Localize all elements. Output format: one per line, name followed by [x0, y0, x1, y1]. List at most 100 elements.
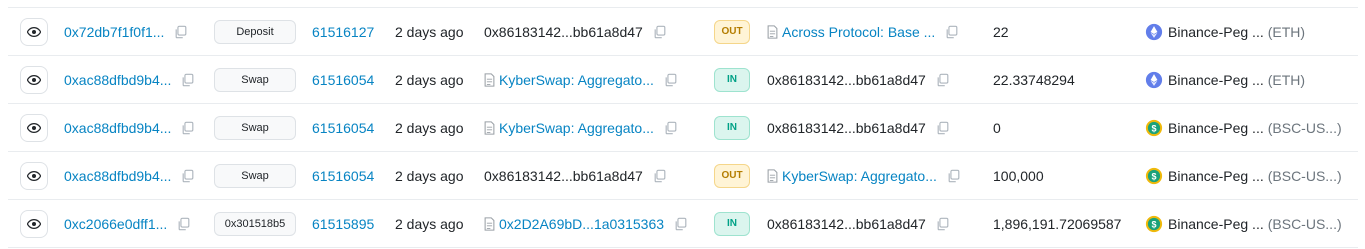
to-cell: 0x86183142...bb61a8d47	[767, 104, 950, 151]
contract-icon	[484, 216, 495, 231]
copy-icon[interactable]	[664, 121, 678, 135]
to-address[interactable]: KyberSwap: Aggregato...	[782, 168, 937, 184]
age-cell: 2 days ago	[395, 200, 464, 247]
method-cell: Swap	[214, 152, 296, 199]
to-address[interactable]: 0x86183142...bb61a8d47	[767, 216, 926, 232]
token-transfers-table: 0x72db7f1f0f1... Deposit 61516127 2 days…	[8, 7, 1358, 249]
block-link[interactable]: 61515895	[312, 216, 374, 232]
method-badge: Deposit	[214, 19, 296, 44]
view-details-button[interactable]	[20, 17, 48, 46]
token-symbol: (ETH)	[1267, 23, 1306, 40]
eye-icon	[27, 122, 41, 133]
from-address[interactable]: 0x86183142...bb61a8d47	[484, 24, 643, 40]
copy-icon[interactable]	[936, 121, 950, 135]
svg-text:$: $	[1151, 219, 1156, 229]
txn-hash-cell: 0x72db7f1f0f1...	[64, 8, 209, 55]
block-cell: 61516127	[312, 8, 374, 55]
direction-badge: OUT	[714, 163, 750, 188]
view-details-button[interactable]	[20, 113, 48, 142]
direction-cell: OUT	[714, 8, 750, 55]
view-details-button[interactable]	[20, 209, 48, 238]
amount-value: 0	[993, 119, 1001, 136]
token-cell[interactable]: $ Binance-Peg ... (BSC-US...)	[1145, 200, 1342, 247]
token-name[interactable]: Binance-Peg ...	[1168, 72, 1264, 88]
amount-value: 22	[993, 23, 1009, 40]
copy-icon[interactable]	[945, 25, 959, 39]
method-cell: Deposit	[214, 8, 296, 55]
token-name[interactable]: Binance-Peg ...	[1168, 168, 1264, 184]
copy-icon[interactable]	[936, 217, 950, 231]
token-cell[interactable]: Binance-Peg ... (ETH)	[1145, 56, 1305, 103]
contract-icon	[767, 24, 778, 39]
direction-badge: OUT	[714, 19, 750, 44]
table-row: 0xac88dfbd9b4... Swap 61516054 2 days ag…	[8, 104, 1358, 152]
copy-icon[interactable]	[936, 73, 950, 87]
copy-icon[interactable]	[174, 25, 188, 39]
block-link[interactable]: 61516054	[312, 120, 374, 136]
amount-value: 100,000	[993, 167, 1044, 184]
copy-icon[interactable]	[664, 73, 678, 87]
direction-cell: IN	[714, 200, 750, 247]
txn-hash-link[interactable]: 0xac88dfbd9b4...	[64, 120, 171, 136]
from-address[interactable]: KyberSwap: Aggregato...	[499, 72, 654, 88]
copy-icon[interactable]	[181, 121, 195, 135]
from-cell: 0x86183142...bb61a8d47	[484, 8, 667, 55]
copy-icon[interactable]	[177, 217, 191, 231]
to-address[interactable]: 0x86183142...bb61a8d47	[767, 72, 926, 88]
age-text: 2 days ago	[395, 119, 464, 136]
token-name[interactable]: Binance-Peg ...	[1168, 216, 1264, 232]
view-details-button[interactable]	[20, 65, 48, 94]
table-row: 0x72db7f1f0f1... Deposit 61516127 2 days…	[8, 8, 1358, 56]
from-address[interactable]: 0x2D2A69bD...1a0315363	[499, 216, 664, 232]
block-link[interactable]: 61516054	[312, 168, 374, 184]
to-cell: Across Protocol: Base ...	[767, 8, 959, 55]
to-address[interactable]: Across Protocol: Base ...	[782, 24, 935, 40]
token-name[interactable]: Binance-Peg ...	[1168, 24, 1264, 40]
copy-icon[interactable]	[947, 169, 961, 183]
amount-cell: 1,896,191.72069587	[993, 200, 1121, 247]
copy-icon[interactable]	[674, 217, 688, 231]
copy-icon[interactable]	[181, 73, 195, 87]
from-address[interactable]: 0x86183142...bb61a8d47	[484, 168, 643, 184]
txn-hash-cell: 0xac88dfbd9b4...	[64, 104, 209, 151]
view-cell	[20, 152, 48, 199]
block-link[interactable]: 61516127	[312, 24, 374, 40]
block-cell: 61516054	[312, 104, 374, 151]
txn-hash-link[interactable]: 0xac88dfbd9b4...	[64, 168, 171, 184]
to-address[interactable]: 0x86183142...bb61a8d47	[767, 120, 926, 136]
from-cell: 0x86183142...bb61a8d47	[484, 152, 667, 199]
age-cell: 2 days ago	[395, 152, 464, 199]
usd-coin-icon: $	[1145, 167, 1163, 184]
eth-icon	[1145, 71, 1163, 88]
token-cell[interactable]: $ Binance-Peg ... (BSC-US...)	[1145, 152, 1342, 199]
txn-hash-link[interactable]: 0x72db7f1f0f1...	[64, 24, 164, 40]
contract-icon	[484, 120, 495, 135]
eye-icon	[27, 170, 41, 181]
age-cell: 2 days ago	[395, 104, 464, 151]
token-symbol: (BSC-US...)	[1267, 167, 1342, 184]
amount-cell: 22.33748294	[993, 56, 1075, 103]
eth-icon	[1145, 23, 1163, 40]
amount-cell: 0	[993, 104, 1001, 151]
copy-icon[interactable]	[181, 169, 195, 183]
contract-icon	[484, 72, 495, 87]
txn-hash-link[interactable]: 0xc2066e0dff1...	[64, 216, 167, 232]
txn-hash-link[interactable]: 0xac88dfbd9b4...	[64, 72, 171, 88]
from-address[interactable]: KyberSwap: Aggregato...	[499, 120, 654, 136]
copy-icon[interactable]	[653, 25, 667, 39]
view-details-button[interactable]	[20, 161, 48, 190]
to-cell: 0x86183142...bb61a8d47	[767, 56, 950, 103]
svg-text:$: $	[1151, 171, 1156, 181]
method-badge: Swap	[214, 67, 296, 92]
direction-cell: IN	[714, 104, 750, 151]
eye-icon	[27, 26, 41, 37]
direction-badge: IN	[714, 67, 750, 92]
token-cell[interactable]: $ Binance-Peg ... (BSC-US...)	[1145, 104, 1342, 151]
age-text: 2 days ago	[395, 23, 464, 40]
usd-coin-icon: $	[1145, 215, 1163, 232]
copy-icon[interactable]	[653, 169, 667, 183]
block-link[interactable]: 61516054	[312, 72, 374, 88]
view-cell	[20, 56, 48, 103]
token-name[interactable]: Binance-Peg ...	[1168, 120, 1264, 136]
token-cell[interactable]: Binance-Peg ... (ETH)	[1145, 8, 1305, 55]
